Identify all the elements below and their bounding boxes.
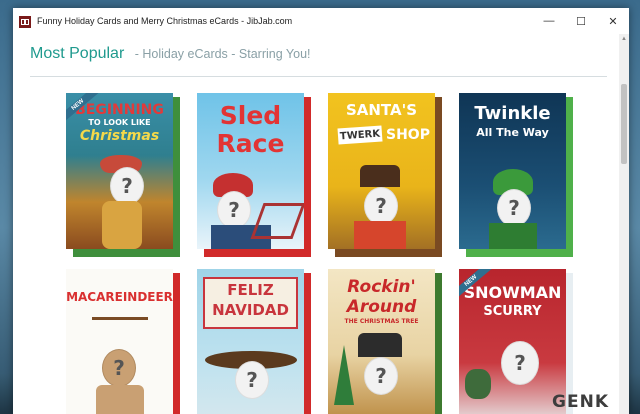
reindeer-body: [96, 385, 144, 414]
card-title-line1: FELIZ: [227, 281, 274, 299]
card-title-line2: Race: [216, 129, 285, 158]
card-front: BEGINNING TO LOOK LIKE Christmas ? NEW: [66, 93, 173, 249]
top-hat: [358, 333, 402, 357]
browser-window: Funny Holiday Cards and Merry Christmas …: [13, 8, 629, 414]
card-title-line3: Christmas: [79, 128, 160, 144]
card-title-line1: Twinkle: [474, 103, 551, 124]
scroll-up-icon[interactable]: ▲: [619, 36, 629, 42]
card-front: SANTA'S TWERK SHOP ?: [328, 93, 435, 249]
face-placeholder: ?: [364, 187, 398, 225]
card-title-line1: SANTA'S: [345, 101, 418, 119]
card-front: Twinkle All The Way ?: [459, 93, 566, 249]
section-heading: Most Popular - Holiday eCards - Starring…: [30, 45, 311, 63]
top-hat: [360, 165, 400, 187]
green-coat: [489, 223, 537, 249]
face-placeholder: ?: [217, 191, 251, 229]
face-placeholder: ?: [235, 361, 269, 399]
jibjab-app-icon: [19, 15, 31, 28]
card-title-line1: Rockin': [347, 277, 416, 297]
close-button[interactable]: ✕: [597, 8, 629, 34]
christmas-tree: [334, 345, 354, 405]
card-front: Sled Race ?: [197, 93, 304, 249]
card-title-line2: SCURRY: [483, 304, 542, 319]
page-content: Most Popular - Holiday eCards - Starring…: [13, 34, 619, 414]
scroll-thumb[interactable]: [621, 84, 627, 164]
antlers: [92, 317, 148, 340]
elf-suit: [354, 221, 406, 249]
vertical-scrollbar[interactable]: ▲: [619, 34, 629, 414]
maximize-button[interactable]: ☐: [565, 8, 597, 34]
face-placeholder: ?: [501, 341, 539, 385]
card-title-line2: All The Way: [476, 126, 549, 139]
page-title: Most Popular: [30, 45, 125, 62]
card-title-line2: TO LOOK LIKE: [88, 118, 151, 127]
card-front: FELIZ NAVIDAD ?: [197, 269, 304, 414]
minimize-button[interactable]: —: [533, 8, 565, 34]
heading-divider: [30, 76, 607, 77]
card-front: SNOWMAN SCURRY ? NEW: [459, 269, 566, 414]
card-title-line1: Sled: [219, 101, 282, 130]
sled: [250, 203, 304, 239]
card-title-line3: SHOP: [386, 127, 430, 143]
card-title-line2: Around: [346, 297, 417, 317]
card-title-line2: TWERK: [337, 125, 383, 145]
page-subtitle: - Holiday eCards - Starring You!: [134, 47, 311, 61]
card-title-line3: THE CHRISTMAS TREE: [344, 318, 419, 325]
card-front: Rockin' Around THE CHRISTMAS TREE ?: [328, 269, 435, 414]
genk-watermark: GENK: [552, 392, 609, 412]
title-bar: Funny Holiday Cards and Merry Christmas …: [13, 8, 629, 34]
snowman-figure: [465, 369, 491, 399]
card-front: MACAREINDEER ?: [66, 269, 173, 414]
close-icon: ✕: [608, 15, 618, 28]
face-placeholder: ?: [497, 189, 531, 227]
card-title-line2: NAVIDAD: [212, 301, 289, 319]
minimize-icon: —: [543, 15, 555, 27]
card-title-line1: MACAREINDEER: [66, 290, 173, 304]
card-title-line1: SNOWMAN: [463, 283, 562, 302]
face-placeholder: ?: [364, 357, 398, 395]
face-placeholder: ?: [110, 167, 144, 205]
window-title: Funny Holiday Cards and Merry Christmas …: [37, 16, 293, 26]
maximize-icon: ☐: [576, 15, 586, 28]
face-placeholder: ?: [102, 349, 136, 387]
sweater: [102, 201, 142, 249]
